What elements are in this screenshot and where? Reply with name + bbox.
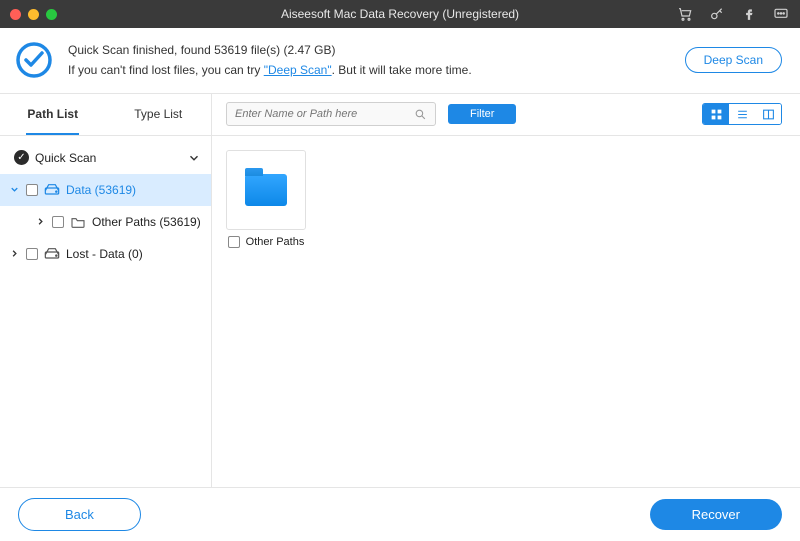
titlebar: Aiseesoft Mac Data Recovery (Unregistere… <box>0 0 800 28</box>
content-area: Filter Other Paths <box>212 94 800 514</box>
folder-icon <box>245 174 287 206</box>
status-size: (2.47 GB) <box>283 43 335 57</box>
scan-complete-icon <box>14 40 54 80</box>
search-icon <box>414 108 427 121</box>
tab-path-list[interactable]: Path List <box>0 94 106 135</box>
cart-icon[interactable] <box>676 5 694 23</box>
disk-icon <box>44 246 60 262</box>
recover-button[interactable]: Recover <box>650 499 782 530</box>
titlebar-actions <box>676 5 790 23</box>
window-controls <box>10 9 57 20</box>
sidebar-tabs: Path List Type List <box>0 94 211 136</box>
grid-item-label-row: Other Paths <box>228 236 305 248</box>
status-file-count: 53619 <box>214 43 247 57</box>
content-toolbar: Filter <box>212 94 800 136</box>
close-window-button[interactable] <box>10 9 21 20</box>
path-tree: ✓ Quick Scan Data (53619) <box>0 136 211 514</box>
facebook-icon[interactable] <box>740 5 758 23</box>
tree-row-quick-scan[interactable]: ✓ Quick Scan <box>0 142 211 174</box>
tree-label: Lost - Data (0) <box>66 247 201 261</box>
deep-scan-button[interactable]: Deep Scan <box>685 47 782 73</box>
view-mode-switch <box>702 103 782 125</box>
tree-label: Data (53619) <box>66 183 201 197</box>
checkbox[interactable] <box>228 236 240 248</box>
checkbox[interactable] <box>26 184 38 196</box>
folder-icon <box>70 214 86 230</box>
tree-row-other-paths[interactable]: Other Paths (53619) <box>0 206 211 238</box>
status-bar: Quick Scan finished, found 53619 file(s)… <box>0 28 800 94</box>
tree-row-lost-data[interactable]: Lost - Data (0) <box>0 238 211 270</box>
status-line1-prefix: Quick Scan finished, found <box>68 43 214 57</box>
checkbox[interactable] <box>52 216 64 228</box>
deep-scan-link[interactable]: "Deep Scan" <box>264 63 332 77</box>
results-grid: Other Paths <box>212 136 800 514</box>
minimize-window-button[interactable] <box>28 9 39 20</box>
filter-button[interactable]: Filter <box>448 104 516 124</box>
key-icon[interactable] <box>708 5 726 23</box>
search-input[interactable] <box>235 108 414 120</box>
status-line2-suffix: . But it will take more time. <box>332 63 472 77</box>
checkmark-icon: ✓ <box>14 150 29 165</box>
status-line2-prefix: If you can't find lost files, you can tr… <box>68 63 264 77</box>
grid-item-name: Other Paths <box>246 236 305 248</box>
sidebar: Path List Type List ✓ Quick Scan Data (5… <box>0 94 212 514</box>
status-files-word: file(s) <box>247 43 283 57</box>
search-box[interactable] <box>226 102 436 126</box>
status-message: Quick Scan finished, found 53619 file(s)… <box>68 40 685 81</box>
tree-row-data[interactable]: Data (53619) <box>0 174 211 206</box>
view-grid-button[interactable] <box>703 104 729 124</box>
back-button[interactable]: Back <box>18 498 141 531</box>
chevron-right-icon[interactable] <box>8 248 20 259</box>
tab-type-list[interactable]: Type List <box>106 94 212 135</box>
disk-icon <box>44 182 60 198</box>
maximize-window-button[interactable] <box>46 9 57 20</box>
view-columns-button[interactable] <box>755 104 781 124</box>
tree-label: Other Paths (53619) <box>92 215 201 229</box>
chevron-down-icon[interactable] <box>8 184 20 195</box>
folder-thumbnail[interactable] <box>226 150 306 230</box>
window-title: Aiseesoft Mac Data Recovery (Unregistere… <box>281 7 519 21</box>
checkbox[interactable] <box>26 248 38 260</box>
chevron-right-icon[interactable] <box>34 216 46 227</box>
main-area: Path List Type List ✓ Quick Scan Data (5… <box>0 94 800 514</box>
footer: Back Recover <box>0 487 800 541</box>
tree-label: Quick Scan <box>35 151 181 165</box>
chevron-down-icon[interactable] <box>187 151 201 165</box>
feedback-icon[interactable] <box>772 5 790 23</box>
view-list-button[interactable] <box>729 104 755 124</box>
grid-item[interactable]: Other Paths <box>226 150 306 248</box>
